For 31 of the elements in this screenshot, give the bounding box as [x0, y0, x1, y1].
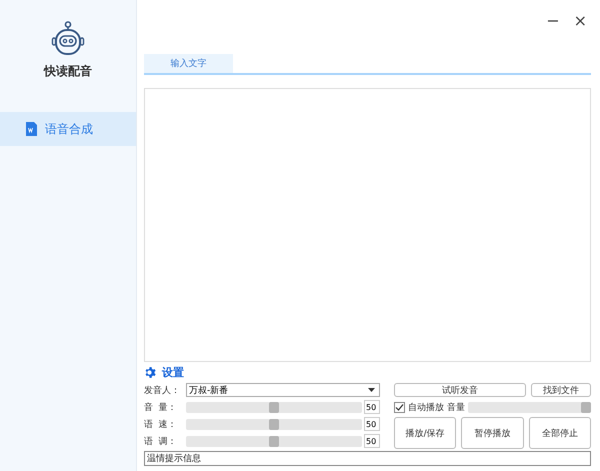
app-name: 快读配音 — [44, 63, 92, 80]
robot-icon — [51, 21, 85, 57]
find-file-button[interactable]: 找到文件 — [531, 383, 591, 397]
auto-play-label: 自动播放 — [408, 402, 444, 414]
slider-thumb[interactable] — [269, 402, 279, 412]
slider-label: 音 量： — [144, 402, 178, 414]
caret-icon — [368, 388, 375, 392]
voice-label: 发音人： — [144, 384, 181, 396]
voice-dropdown[interactable]: 万叔-新番 — [186, 383, 380, 397]
slider-label: 语 调： — [144, 436, 178, 448]
slider-thumb[interactable] — [269, 418, 279, 430]
slider-label: 语 速： — [144, 418, 178, 430]
action-button[interactable]: 播放/保存 — [394, 417, 456, 449]
slider-thumb[interactable] — [269, 436, 279, 446]
minimize-button[interactable]: − — [542, 11, 564, 30]
value-field[interactable]: 50 — [364, 434, 380, 448]
status-field[interactable]: 温情提示信息 — [144, 451, 591, 466]
document-icon — [26, 122, 37, 136]
tab[interactable]: 输入文字 — [144, 54, 233, 73]
action-button[interactable]: 暂停播放 — [461, 417, 524, 449]
action-button[interactable]: 全部停止 — [528, 417, 591, 449]
volume-thumb[interactable] — [581, 402, 591, 412]
settings-title: 设置 — [162, 364, 184, 380]
preview-button[interactable]: 试听发音 — [394, 383, 526, 397]
sidebar-item[interactable]: 语音合成 — [0, 112, 136, 146]
close-button[interactable]: × — [570, 11, 591, 30]
value-field[interactable]: 50 — [364, 417, 380, 431]
value-field[interactable]: 50 — [364, 400, 380, 414]
settings-icon — [144, 366, 157, 378]
volume-label: 音量 — [447, 402, 465, 414]
checkbox[interactable] — [394, 402, 405, 412]
